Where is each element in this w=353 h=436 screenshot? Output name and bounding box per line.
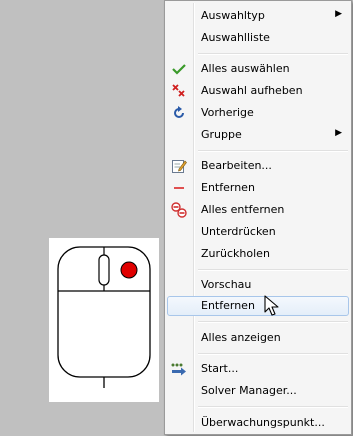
context-menu: Auswahltyp ▶ Auswahlliste Alles auswähle… (164, 0, 352, 435)
mouse-cursor-icon (264, 295, 280, 320)
scroll-wheel (98, 254, 110, 286)
menu-item-label: Zurückholen (201, 247, 270, 260)
remove-all-icon (171, 202, 187, 218)
menu-item-label: Alles anzeigen (201, 331, 281, 344)
menu-item-label: Bearbeiten... (201, 159, 272, 172)
menu-item-label: Solver Manager... (201, 384, 297, 397)
menu-item-start[interactable]: Start... (167, 359, 349, 379)
menu-item-auswahl-aufheben[interactable]: Auswahl aufheben (167, 81, 349, 101)
menu-item-alles-auswaehlen[interactable]: Alles auswählen (167, 59, 349, 79)
menu-separator (198, 406, 348, 408)
menu-item-ueberwachungspunkt[interactable]: Überwachungspunkt... (167, 413, 349, 433)
blue-refresh-icon (171, 105, 187, 121)
red-minus-icon (171, 180, 187, 196)
menu-item-label: Alles auswählen (201, 62, 290, 75)
menu-item-label: Alles entfernen (201, 203, 285, 216)
green-check-icon (171, 61, 187, 77)
menu-item-label: Überwachungspunkt... (201, 416, 325, 429)
menu-separator (198, 353, 348, 355)
menu-item-label: Entfernen (201, 299, 255, 312)
menu-item-unterdruecken[interactable]: Unterdrücken (167, 222, 349, 242)
red-x-icon (171, 83, 187, 99)
menu-item-label: Auswahltyp (201, 9, 265, 22)
menu-item-alles-anzeigen[interactable]: Alles anzeigen (167, 328, 349, 348)
menu-separator (198, 321, 348, 323)
start-arrow-icon (171, 361, 187, 377)
submenu-arrow-icon: ▶ (335, 9, 342, 19)
mouse-icon (57, 246, 151, 388)
menu-item-bearbeiten[interactable]: Bearbeiten... (167, 156, 349, 176)
menu-separator (198, 269, 348, 271)
menu-item-alles-entfernen[interactable]: Alles entfernen (167, 200, 349, 220)
menu-item-vorherige[interactable]: Vorherige (167, 103, 349, 123)
menu-item-label: Unterdrücken (201, 225, 276, 238)
menu-separator (198, 150, 348, 152)
menu-item-label: Auswahl aufheben (201, 84, 303, 97)
menu-item-auswahlliste[interactable]: Auswahlliste (167, 28, 349, 48)
menu-item-label: Auswahlliste (201, 31, 270, 44)
right-button-dot (120, 261, 138, 279)
menu-item-auswahltyp[interactable]: Auswahltyp ▶ (167, 6, 349, 26)
mouse-illustration (49, 238, 159, 402)
submenu-arrow-icon: ▶ (335, 128, 342, 138)
menu-item-gruppe[interactable]: Gruppe ▶ (167, 125, 349, 145)
menu-separator (198, 53, 348, 55)
edit-document-icon (171, 158, 187, 174)
menu-item-label: Vorherige (201, 106, 254, 119)
menu-item-vorschau[interactable]: Vorschau (167, 275, 349, 295)
menu-item-entfernen[interactable]: Entfernen (167, 178, 349, 198)
menu-item-label: Gruppe (201, 128, 242, 141)
menu-item-zurueckholen[interactable]: Zurückholen (167, 244, 349, 264)
menu-item-solver-manager[interactable]: Solver Manager... (167, 381, 349, 401)
menu-item-label: Entfernen (201, 181, 255, 194)
menu-item-label: Start... (201, 362, 239, 375)
menu-item-label: Vorschau (201, 278, 252, 291)
menu-item-entfernen-highlighted[interactable]: Entfernen (167, 296, 349, 316)
